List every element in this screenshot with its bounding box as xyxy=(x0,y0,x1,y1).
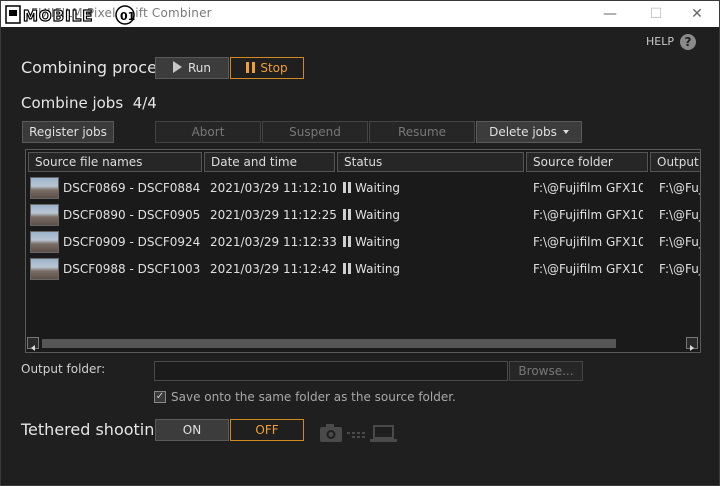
svg-text:01: 01 xyxy=(120,10,135,23)
table-row[interactable]: DSCF0869 - DSCF0884 2021/03/29 11:12:10 … xyxy=(26,174,700,201)
waiting-icon xyxy=(343,236,351,247)
play-icon xyxy=(172,61,182,73)
title-bar[interactable]: FUJIFILM Pixel Shift Combiner MOBILE 01 … xyxy=(1,1,719,27)
tethered-on-button[interactable]: ON xyxy=(155,419,229,441)
horizontal-scrollbar[interactable] xyxy=(26,336,700,351)
column-header-date-and-time[interactable]: Date and time xyxy=(204,152,335,172)
abort-button[interactable]: Abort xyxy=(155,121,261,143)
triangle-right-icon xyxy=(690,345,694,351)
close-button[interactable]: ✕ xyxy=(674,1,719,27)
svg-text:MOBILE: MOBILE xyxy=(23,7,94,25)
scrollbar-thumb[interactable] xyxy=(42,339,616,348)
maximize-button[interactable]: ☐ xyxy=(633,1,679,27)
scroll-right-arrow[interactable] xyxy=(686,337,698,351)
column-header-status[interactable]: Status xyxy=(337,152,524,172)
table-row[interactable]: DSCF0988 - DSCF1003 2021/03/29 11:12:42 … xyxy=(26,255,700,282)
question-icon[interactable]: ? xyxy=(680,34,696,50)
suspend-button[interactable]: Suspend xyxy=(262,121,368,143)
table-row[interactable]: DSCF0909 - DSCF0924 2021/03/29 11:12:33 … xyxy=(26,228,700,255)
help-link[interactable]: HELP xyxy=(646,35,674,48)
waiting-icon xyxy=(343,209,351,220)
job-count: 4/4 xyxy=(132,94,157,112)
register-jobs-button[interactable]: Register jobs xyxy=(22,121,114,143)
tethered-shooting-label: Tethered shooting xyxy=(21,420,165,439)
output-folder-input[interactable] xyxy=(154,361,508,381)
app-window: FUJIFILM Pixel Shift Combiner MOBILE 01 … xyxy=(0,0,720,486)
delete-jobs-dropdown[interactable]: Delete jobs xyxy=(476,121,582,143)
minimize-button[interactable]: — xyxy=(587,1,633,27)
same-folder-checkbox[interactable]: ✓ xyxy=(154,391,166,403)
tethered-off-button[interactable]: OFF xyxy=(230,419,304,441)
pause-icon xyxy=(246,62,256,73)
job-thumbnail xyxy=(30,231,59,253)
browse-button[interactable]: Browse... xyxy=(509,361,583,381)
job-thumbnail xyxy=(30,204,59,226)
scroll-left-arrow[interactable] xyxy=(27,337,39,351)
jobs-table[interactable]: Source file names Date and time Status S… xyxy=(25,149,701,353)
job-thumbnail xyxy=(30,177,59,199)
same-folder-label: Save onto the same folder as the source … xyxy=(171,390,456,404)
combining-process-label: Combining process xyxy=(21,58,174,77)
column-header-source-file-names[interactable]: Source file names xyxy=(28,152,202,172)
camera-to-computer-icon xyxy=(320,424,397,442)
column-header-source-folder[interactable]: Source folder xyxy=(526,152,648,172)
triangle-left-icon xyxy=(31,345,35,351)
job-thumbnail xyxy=(30,258,59,280)
stop-button[interactable]: Stop xyxy=(230,57,304,79)
combine-jobs-label: Combine jobs 4/4 xyxy=(21,94,157,112)
column-header-output-folder[interactable]: Output f xyxy=(650,152,700,172)
table-row[interactable]: DSCF0890 - DSCF0905 2021/03/29 11:12:25 … xyxy=(26,201,700,228)
waiting-icon xyxy=(343,182,351,193)
mobile01-watermark-logo: MOBILE 01 xyxy=(5,5,135,26)
caret-down-icon xyxy=(562,130,569,134)
run-button[interactable]: Run xyxy=(155,57,229,79)
output-folder-label: Output folder: xyxy=(21,362,106,376)
waiting-icon xyxy=(343,263,351,274)
resume-button[interactable]: Resume xyxy=(369,121,475,143)
